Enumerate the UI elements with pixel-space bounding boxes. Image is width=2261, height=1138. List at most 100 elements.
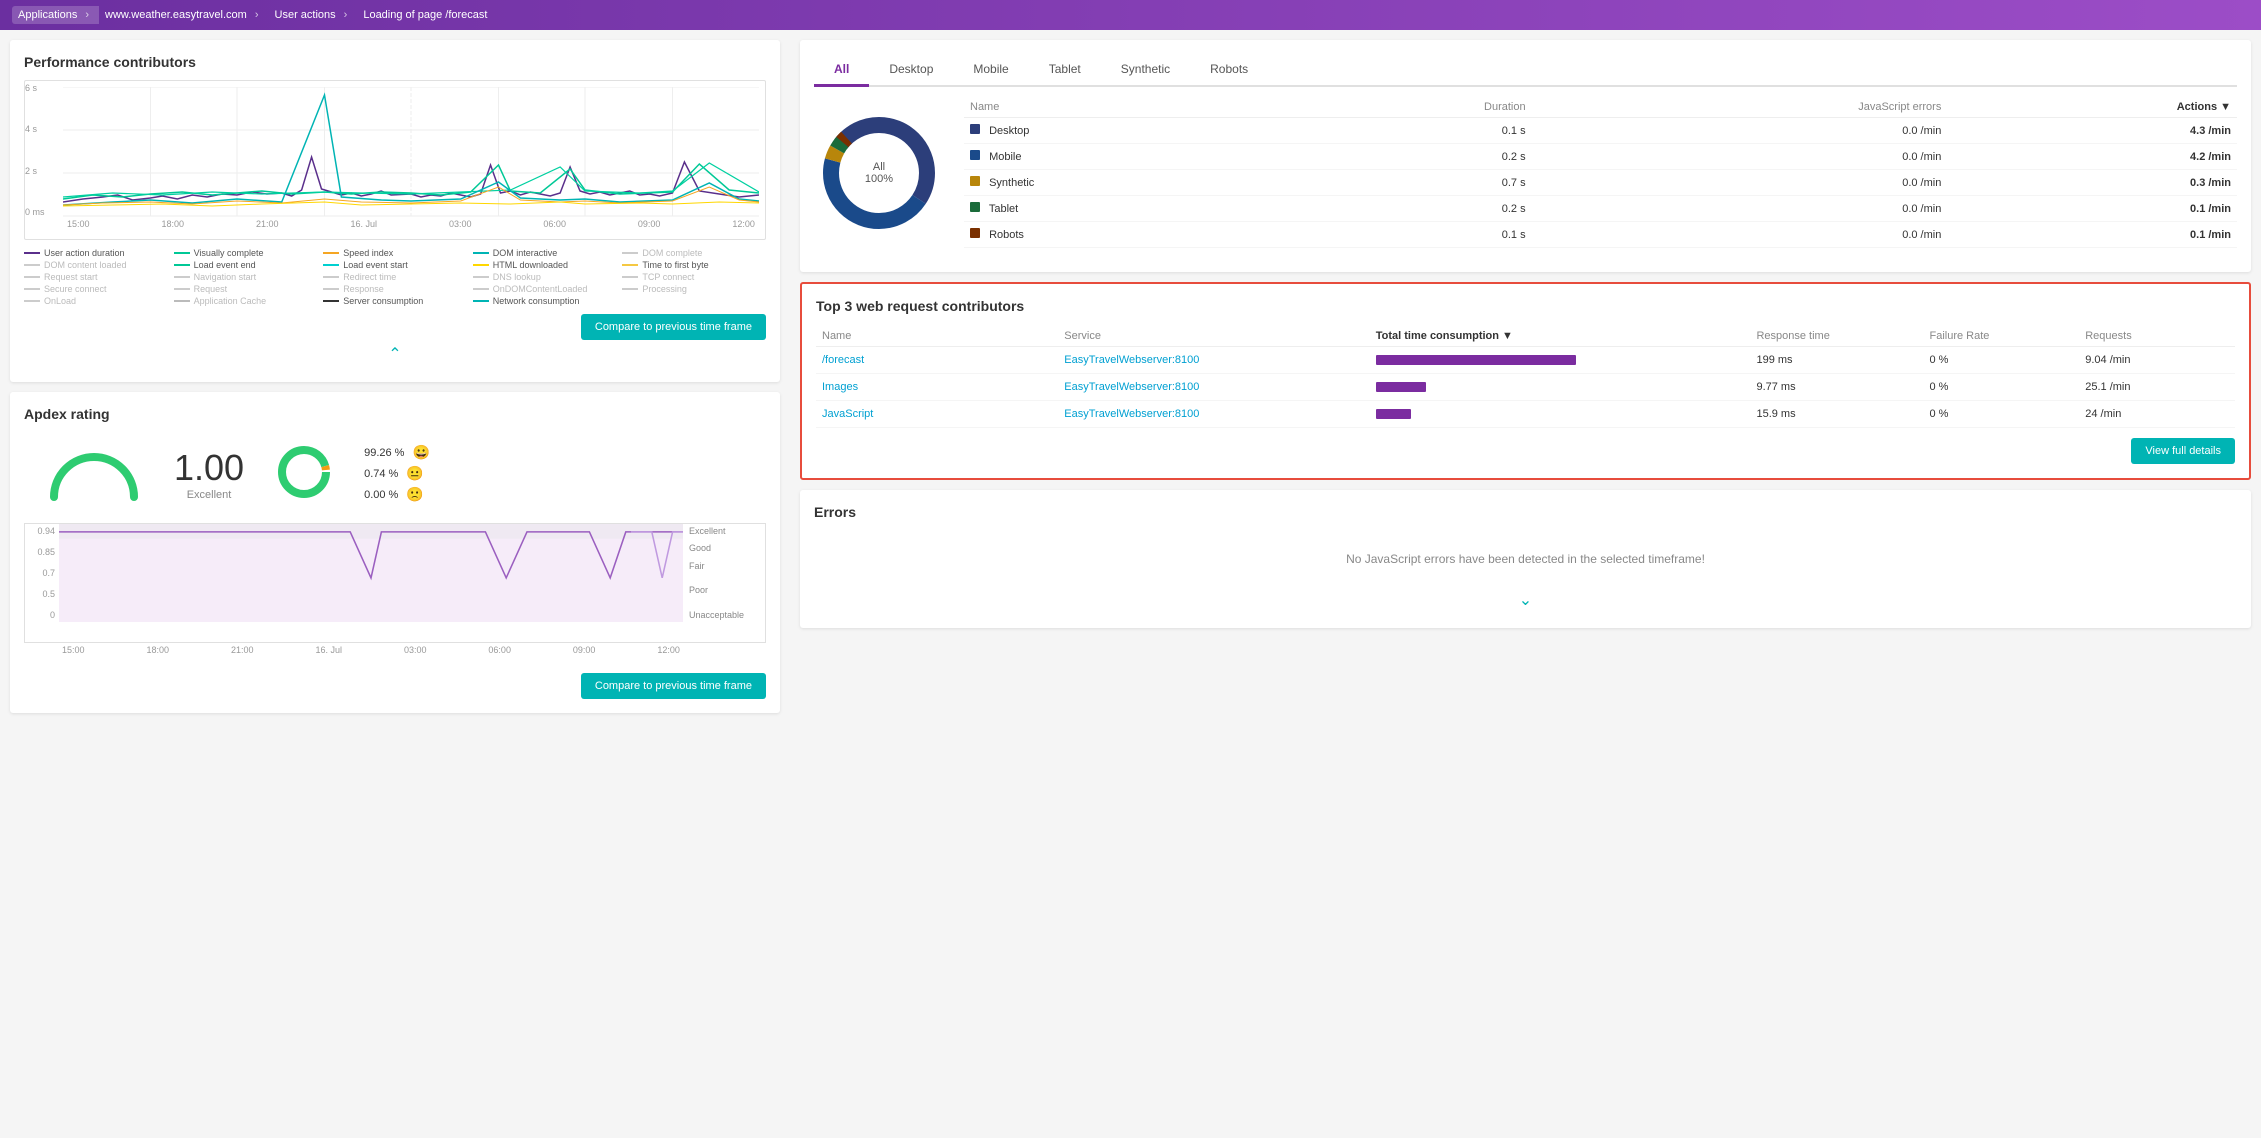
top3-col-failure: Failure Rate bbox=[1924, 326, 2080, 347]
expand-errors-chevron[interactable]: ⌄ bbox=[814, 586, 2237, 614]
row-desktop-duration: 0.1 s bbox=[1297, 118, 1531, 144]
row-desktop-actions: 4.3 /min bbox=[1947, 118, 2237, 144]
legend-dom-complete: DOM complete bbox=[622, 248, 766, 258]
apdex-percentages: 99.26 % 😀 0.74 % 😐 0.00 % 🙁 bbox=[364, 444, 430, 503]
tab-mobile[interactable]: Mobile bbox=[953, 54, 1028, 87]
apdex-right-labels: Excellent Good Fair Poor Unacceptable bbox=[685, 524, 765, 622]
top3-req-javascript: 24 /min bbox=[2079, 401, 2235, 428]
dot-robots bbox=[970, 228, 980, 238]
compare-btn-apdex[interactable]: Compare to previous time frame bbox=[581, 673, 766, 699]
top3-resp-images: 9.77 ms bbox=[1750, 374, 1923, 401]
breadcrumb-site[interactable]: www.weather.easytravel.com bbox=[99, 6, 269, 24]
row-synthetic-name: Synthetic bbox=[964, 170, 1297, 196]
view-full-details-btn[interactable]: View full details bbox=[2131, 438, 2235, 464]
apdex-card: Apdex rating 1.00 Excellent bbox=[10, 392, 780, 713]
bar-fill-images bbox=[1376, 382, 1426, 392]
legend-time-to-first-byte: Time to first byte bbox=[622, 260, 766, 270]
chart-svg bbox=[63, 87, 759, 217]
row-robots-duration: 0.1 s bbox=[1297, 222, 1531, 248]
top3-name-javascript[interactable]: JavaScript bbox=[816, 401, 1058, 428]
tab-tablet[interactable]: Tablet bbox=[1029, 54, 1101, 87]
row-robots-name: Robots bbox=[964, 222, 1297, 248]
legend-processing: Processing bbox=[622, 284, 766, 294]
apdex-main: 1.00 Excellent 99.26 % 😀 bbox=[24, 432, 766, 515]
legend-request-start: Request start bbox=[24, 272, 168, 282]
legend-network-consumption: Network consumption bbox=[473, 296, 617, 306]
table-row: Synthetic 0.7 s 0.0 /min 0.3 /min bbox=[964, 170, 2237, 196]
errors-title: Errors bbox=[814, 504, 2237, 520]
breadcrumb-page[interactable]: Loading of page /forecast bbox=[357, 6, 497, 24]
apdex-fair-row: 0.74 % 😐 bbox=[364, 465, 430, 482]
top3-name-forecast[interactable]: /forecast bbox=[816, 347, 1058, 374]
legend-redirect-time: Redirect time bbox=[323, 272, 467, 282]
apdex-title: Apdex rating bbox=[24, 406, 766, 422]
smiley-excellent: 😀 bbox=[412, 444, 429, 461]
table-row: Mobile 0.2 s 0.0 /min 4.2 /min bbox=[964, 144, 2237, 170]
top3-service-images[interactable]: EasyTravelWebserver:8100 bbox=[1058, 374, 1369, 401]
table-row: Desktop 0.1 s 0.0 /min 4.3 /min bbox=[964, 118, 2237, 144]
row-synthetic-duration: 0.7 s bbox=[1297, 170, 1531, 196]
top3-row-forecast: /forecast EasyTravelWebserver:8100 199 m… bbox=[816, 347, 2235, 374]
top3-row-images: Images EasyTravelWebserver:8100 9.77 ms … bbox=[816, 374, 2235, 401]
smiley-poor: 🙁 bbox=[406, 486, 423, 503]
legend-visually-complete: Visually complete bbox=[174, 248, 318, 258]
browser-tabs: All Desktop Mobile Tablet Synthetic Robo… bbox=[814, 54, 2237, 87]
apdex-score-label: Excellent bbox=[174, 489, 244, 501]
top3-card: Top 3 web request contributors Name Serv… bbox=[800, 282, 2251, 480]
browser-table: Name Duration JavaScript errors Actions … bbox=[964, 97, 2237, 248]
top3-name-images[interactable]: Images bbox=[816, 374, 1058, 401]
row-tablet-js: 0.0 /min bbox=[1532, 196, 1948, 222]
legend-onload: OnLoad bbox=[24, 296, 168, 306]
tab-desktop[interactable]: Desktop bbox=[869, 54, 953, 87]
top3-service-javascript[interactable]: EasyTravelWebserver:8100 bbox=[1058, 401, 1369, 428]
apdex-score-block: 1.00 Excellent bbox=[174, 447, 244, 501]
row-robots-js: 0.0 /min bbox=[1532, 222, 1948, 248]
legend-dns-lookup: DNS lookup bbox=[473, 272, 617, 282]
no-errors-message: No JavaScript errors have been detected … bbox=[814, 532, 2237, 586]
legend-tcp-connect: TCP connect bbox=[622, 272, 766, 282]
breadcrumb-applications[interactable]: Applications bbox=[12, 6, 99, 24]
legend-speed-index: Speed index bbox=[323, 248, 467, 258]
top3-title: Top 3 web request contributors bbox=[816, 298, 2235, 314]
compare-btn-perf[interactable]: Compare to previous time frame bbox=[581, 314, 766, 340]
apdex-score-value: 1.00 bbox=[174, 447, 244, 489]
apdex-chart: 0.94 0.85 0.7 0.5 0 Excellent bbox=[24, 523, 766, 643]
row-synthetic-actions: 0.3 /min bbox=[1947, 170, 2237, 196]
top3-table: Name Service Total time consumption ▼ Re… bbox=[816, 326, 2235, 428]
top3-col-response: Response time bbox=[1750, 326, 1923, 347]
col-actions[interactable]: Actions ▼ bbox=[1947, 97, 2237, 118]
row-mobile-js: 0.0 /min bbox=[1532, 144, 1948, 170]
performance-chart: 6 s 4 s 2 s 0 ms bbox=[24, 80, 766, 240]
legend-navigation-start: Navigation start bbox=[174, 272, 318, 282]
apdex-fair-value: 0.74 % bbox=[364, 468, 398, 480]
dot-desktop bbox=[970, 124, 980, 134]
tab-all[interactable]: All bbox=[814, 54, 869, 87]
performance-contributors-card: Performance contributors 6 s 4 s 2 s 0 m… bbox=[10, 40, 780, 382]
top3-col-time[interactable]: Total time consumption ▼ bbox=[1370, 326, 1751, 347]
breadcrumb-user-actions[interactable]: User actions bbox=[269, 6, 358, 24]
tab-synthetic[interactable]: Synthetic bbox=[1101, 54, 1190, 87]
y-axis: 6 s 4 s 2 s 0 ms bbox=[25, 81, 55, 219]
top3-col-service: Service bbox=[1058, 326, 1369, 347]
row-mobile-actions: 4.2 /min bbox=[1947, 144, 2237, 170]
performance-title: Performance contributors bbox=[24, 54, 766, 70]
legend-user-action-duration: User action duration bbox=[24, 248, 168, 258]
top3-fail-images: 0 % bbox=[1924, 374, 2080, 401]
tab-robots[interactable]: Robots bbox=[1190, 54, 1268, 87]
row-synthetic-js: 0.0 /min bbox=[1532, 170, 1948, 196]
collapse-chevron[interactable]: ⌃ bbox=[24, 340, 766, 368]
row-robots-actions: 0.1 /min bbox=[1947, 222, 2237, 248]
col-js-errors: JavaScript errors bbox=[1532, 97, 1948, 118]
dot-synthetic bbox=[970, 176, 980, 186]
apdex-y-axis: 0.94 0.85 0.7 0.5 0 bbox=[25, 524, 57, 622]
row-mobile-duration: 0.2 s bbox=[1297, 144, 1531, 170]
apdex-excellent-row: 99.26 % 😀 bbox=[364, 444, 430, 461]
right-top-card: All Desktop Mobile Tablet Synthetic Robo… bbox=[800, 40, 2251, 272]
errors-section: Errors No JavaScript errors have been de… bbox=[800, 490, 2251, 628]
top3-service-forecast[interactable]: EasyTravelWebserver:8100 bbox=[1058, 347, 1369, 374]
top3-bar-forecast bbox=[1370, 347, 1751, 374]
apdex-gauge bbox=[44, 442, 144, 505]
donut-chart: All 100% bbox=[814, 108, 944, 238]
legend-response: Response bbox=[323, 284, 467, 294]
bar-fill-javascript bbox=[1376, 409, 1411, 419]
